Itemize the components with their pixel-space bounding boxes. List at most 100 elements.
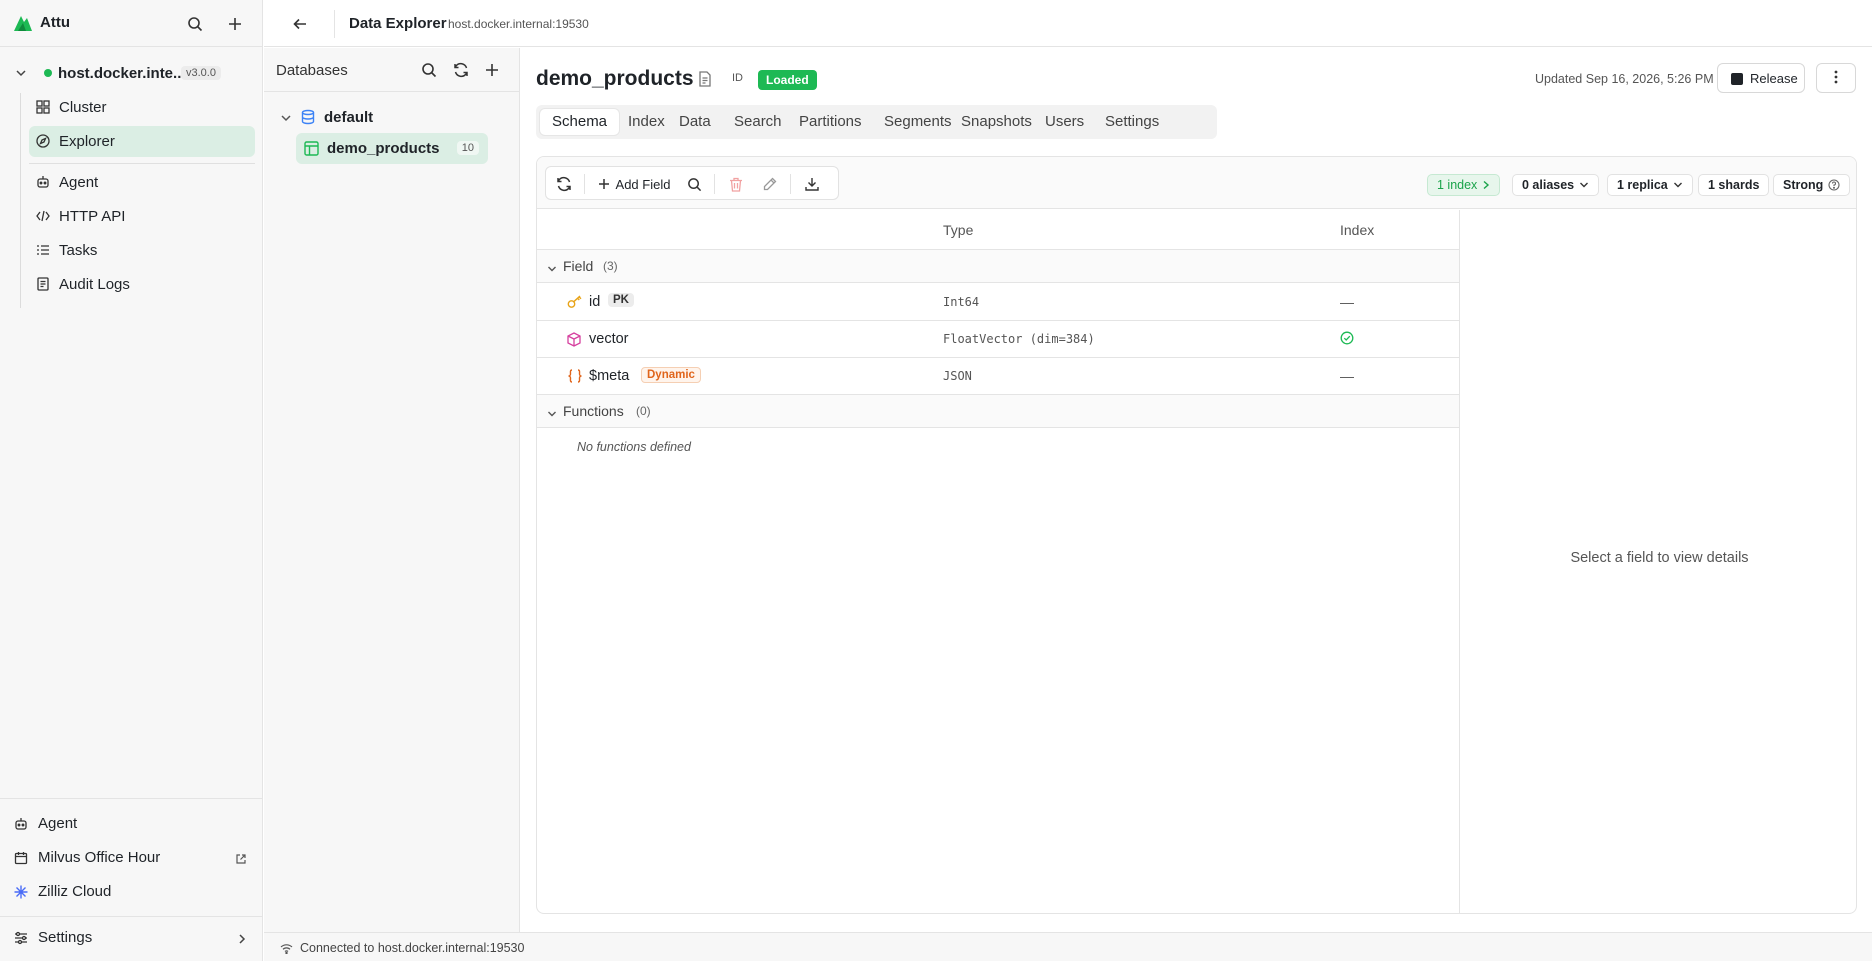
- nav-divider: [29, 163, 255, 164]
- sparkle-icon: [14, 885, 30, 901]
- brand-header: Attu: [0, 0, 263, 47]
- column-header-type: Type: [943, 222, 974, 238]
- updated-timestamp: Updated Sep 16, 2026, 5:26 PM: [1535, 72, 1714, 86]
- tree-line: [20, 93, 21, 308]
- footer-item-zilliz-cloud[interactable]: Zilliz Cloud: [0, 877, 263, 907]
- chevron-down-icon[interactable]: [15, 66, 27, 82]
- chevron-down-icon: [547, 406, 557, 422]
- id-tag[interactable]: ID: [732, 72, 743, 84]
- calendar-icon: [14, 851, 30, 867]
- page-subtitle: host.docker.internal:19530: [448, 17, 589, 31]
- braces-icon: [567, 369, 583, 386]
- footer-item-agent[interactable]: Agent: [0, 809, 263, 839]
- connection-status-text: Connected to host.docker.internal:19530: [300, 941, 525, 955]
- field-row-vector[interactable]: vector FloatVector (dim=384): [537, 321, 1459, 358]
- shards-pill[interactable]: 1 shards: [1698, 174, 1770, 196]
- search-icon[interactable]: [417, 58, 441, 82]
- status-bar: Connected to host.docker.internal:19530: [264, 932, 1872, 961]
- nav-item-explorer[interactable]: Explorer: [29, 126, 255, 157]
- replica-pill[interactable]: 1 replica: [1607, 174, 1693, 196]
- database-row-default[interactable]: default: [264, 103, 520, 131]
- column-header-index: Index: [1340, 222, 1375, 238]
- functions-group-row[interactable]: Functions (0): [537, 395, 1459, 428]
- footer-item-office-hour[interactable]: Milvus Office Hour: [0, 843, 263, 873]
- tab-partitions[interactable]: Partitions: [787, 109, 874, 135]
- shards-count: 1 shards: [1708, 178, 1760, 192]
- tab-data[interactable]: Data: [667, 109, 723, 135]
- connection-row[interactable]: host.docker.inte... v3.0.0: [0, 59, 263, 87]
- attu-logo-icon: [13, 14, 33, 35]
- field-group-row[interactable]: Field (3): [537, 250, 1459, 283]
- download-button[interactable]: [800, 172, 824, 196]
- consistency-pill[interactable]: Strong: [1773, 174, 1851, 196]
- field-row-meta[interactable]: $meta Dynamic JSON —: [537, 358, 1459, 395]
- log-icon: [36, 277, 52, 293]
- more-options-button[interactable]: [1816, 63, 1856, 93]
- robot-icon: [36, 175, 52, 191]
- search-icon[interactable]: [183, 12, 207, 36]
- tab-users[interactable]: Users: [1033, 109, 1096, 135]
- status-badge: Loaded: [758, 70, 817, 90]
- tab-settings[interactable]: Settings: [1093, 109, 1171, 135]
- field-type: JSON: [943, 369, 972, 383]
- key-icon: [567, 295, 583, 312]
- footer-item-label: Zilliz Cloud: [38, 883, 112, 900]
- collection-row-demo-products[interactable]: demo_products 10: [296, 133, 488, 164]
- main-content: demo_products ID Loaded Updated Sep 16, …: [521, 48, 1872, 932]
- refresh-button[interactable]: [552, 172, 576, 196]
- nav-item-http-api[interactable]: HTTP API: [29, 201, 255, 232]
- refresh-icon[interactable]: [449, 58, 473, 82]
- release-button[interactable]: Release: [1717, 63, 1805, 93]
- group-label: Field: [563, 258, 594, 274]
- app-sidebar: Attu host.docker.inte... v3.0.0 Cluster …: [0, 0, 263, 961]
- index-check-icon: [1340, 331, 1354, 348]
- release-label: Release: [1750, 71, 1798, 86]
- add-connection-icon[interactable]: [223, 12, 247, 36]
- settings-row[interactable]: Settings: [0, 916, 263, 961]
- field-name: vector: [589, 331, 629, 347]
- delete-field-button[interactable]: [724, 172, 748, 196]
- tab-search[interactable]: Search: [722, 109, 794, 135]
- field-index: —: [1340, 294, 1354, 310]
- replica-count: 1 replica: [1617, 178, 1668, 192]
- table-header: Type Index: [537, 210, 1459, 250]
- top-bar: Data Explorer host.docker.internal:19530: [264, 0, 1872, 47]
- index-pill[interactable]: 1 index: [1427, 174, 1501, 196]
- version-badge: v3.0.0: [181, 66, 221, 80]
- collection-tabs: Schema Index Data Search Partitions Segm…: [536, 105, 1217, 139]
- table-icon: [304, 141, 319, 159]
- field-row-id[interactable]: id PK Int64 —: [537, 284, 1459, 321]
- chevron-right-icon: [237, 932, 247, 948]
- add-field-button[interactable]: Add Field: [592, 172, 676, 196]
- nav-item-agent[interactable]: Agent: [29, 167, 255, 198]
- chevron-down-icon[interactable]: [280, 111, 292, 127]
- connection-status-dot: [44, 69, 52, 77]
- dynamic-tag: Dynamic: [641, 367, 701, 383]
- consistency-level: Strong: [1783, 178, 1824, 192]
- add-database-icon[interactable]: [480, 58, 504, 82]
- search-field-button[interactable]: [682, 172, 706, 196]
- robot-icon: [14, 817, 30, 833]
- aliases-pill[interactable]: 0 aliases: [1512, 174, 1600, 196]
- group-count: (3): [603, 259, 618, 273]
- edit-field-button[interactable]: [758, 172, 782, 196]
- database-icon: [300, 109, 316, 128]
- back-arrow-icon[interactable]: [288, 12, 312, 36]
- collection-count-badge: 10: [456, 141, 479, 155]
- collection-title: demo_products: [536, 67, 694, 90]
- connection-host: host.docker.inte...: [58, 65, 186, 82]
- page-title: Data Explorer: [349, 15, 447, 32]
- trash-icon: [730, 177, 742, 192]
- field-details-pane: Select a field to view details: [1459, 210, 1856, 913]
- nav-item-cluster[interactable]: Cluster: [29, 92, 255, 123]
- nav-item-tasks[interactable]: Tasks: [29, 235, 255, 266]
- details-placeholder: Select a field to view details: [1570, 550, 1749, 566]
- tab-snapshots[interactable]: Snapshots: [949, 109, 1044, 135]
- group-count: (0): [636, 404, 651, 418]
- app-name: Attu: [40, 14, 70, 31]
- document-icon[interactable]: [698, 71, 712, 90]
- field-type: Int64: [943, 295, 980, 309]
- tab-schema[interactable]: Schema: [540, 109, 620, 135]
- nav-item-audit-logs[interactable]: Audit Logs: [29, 269, 255, 300]
- vector-cube-icon: [567, 332, 581, 350]
